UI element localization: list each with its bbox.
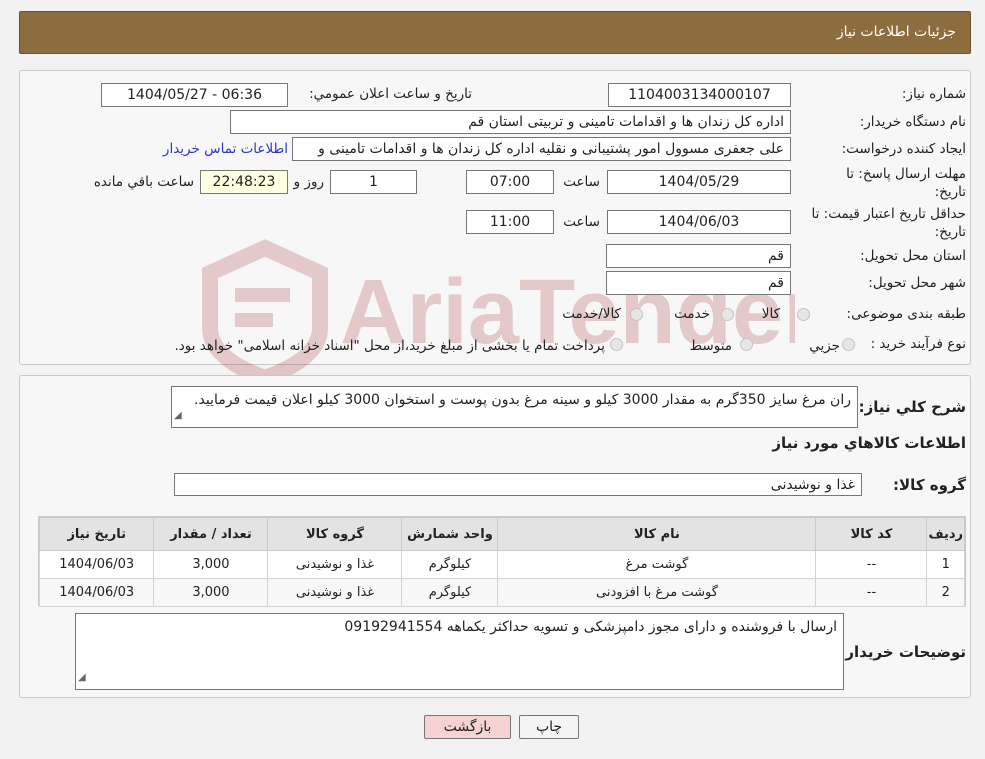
price-validity-label: حداقل تاريخ اعتبار قيمت: تا تاريخ: — [812, 205, 966, 241]
category-label: طبقه بندی موضوعی: — [846, 306, 966, 322]
process-radio-minor[interactable] — [842, 338, 855, 351]
reply-date-field: 1404/05/29 — [607, 170, 791, 194]
cell-code: -- — [815, 578, 928, 607]
price-validity-label-line1: حداقل تاريخ اعتبار قيمت: تا — [811, 206, 966, 222]
buyer-contact-link[interactable]: اطلاعات تماس خريدار — [163, 141, 288, 157]
need-number-field: 1104003134000107 — [608, 83, 791, 107]
remaining-days-field: 1 — [330, 170, 417, 194]
resize-grip-icon[interactable]: ◢ — [78, 668, 86, 688]
cell-name: گوشت مرغ — [497, 550, 817, 579]
city-field: قم — [606, 271, 791, 295]
col-group: گروه کالا — [267, 517, 403, 551]
category-radio-goods-service[interactable] — [630, 308, 643, 321]
buyer-org-field: اداره کل زندان ها و اقدامات تامینی و ترب… — [230, 110, 791, 134]
buyer-notes-text: ارسال با فروشنده و دارای مجوز دامپزشکی و… — [344, 619, 837, 635]
cell-group: غذا و نوشیدنی — [267, 550, 403, 579]
city-label: شهر محل تحويل: — [868, 275, 966, 291]
payment-note: پرداخت تمام يا بخشی از مبلغ خريد،از محل … — [174, 338, 605, 354]
col-unit: واحد شمارش — [401, 517, 499, 551]
cell-need-date: 1404/06/03 — [38, 550, 155, 579]
page-title: جزئیات اطلاعات نیاز — [836, 24, 956, 40]
cell-group: غذا و نوشیدنی — [267, 578, 403, 607]
need-number-label: شماره نیاز: — [901, 86, 966, 102]
buyer-notes-field: ارسال با فروشنده و دارای مجوز دامپزشکی و… — [75, 613, 844, 690]
validity-date-field: 1404/06/03 — [607, 210, 791, 234]
description-label: شرح کلي نياز: — [858, 398, 966, 416]
process-option-medium: متوسط — [689, 338, 732, 354]
col-name: نام کالا — [497, 517, 817, 551]
col-need-date: تاريخ نياز — [38, 517, 155, 551]
validity-time-field: 11:00 — [466, 210, 554, 234]
days-label: روز و — [293, 174, 324, 190]
category-radio-goods[interactable] — [797, 308, 810, 321]
buyer-notes-label: توضيحات خريدار: — [839, 643, 966, 661]
col-code: کد کالا — [815, 517, 928, 551]
remaining-time-label: ساعت باقي مانده — [93, 174, 194, 190]
page-header: جزئیات اطلاعات نیاز — [19, 11, 971, 54]
cell-unit: کيلوگرم — [401, 550, 499, 579]
col-quantity: تعداد / مقدار — [153, 517, 269, 551]
validity-time-label: ساعت — [563, 214, 600, 230]
cell-row: 2 — [926, 578, 965, 607]
back-button[interactable]: بازگشت — [424, 715, 511, 739]
cell-quantity: 3,000 — [153, 578, 269, 607]
reply-deadline-label-line2: تاريخ: — [934, 184, 966, 200]
category-option-service: خدمت — [674, 306, 710, 322]
reply-deadline-label: مهلت ارسال پاسخ: تا تاريخ: — [846, 165, 966, 201]
table-row: 2 -- گوشت مرغ با افزودنی کيلوگرم غذا و ن… — [38, 578, 965, 607]
description-text: ران مرغ سایز 350گرم به مقدار 3000 کیلو و… — [194, 392, 851, 408]
province-label: استان محل تحويل: — [860, 248, 966, 264]
cell-name: گوشت مرغ با افزودنی — [497, 578, 817, 607]
print-button[interactable]: چاپ — [519, 715, 579, 739]
description-field: ران مرغ سایز 350گرم به مقدار 3000 کیلو و… — [171, 386, 858, 428]
price-validity-label-line2: تاريخ: — [934, 224, 966, 240]
remaining-time-field: 22:48:23 — [200, 170, 288, 194]
table-row: 1 -- گوشت مرغ کيلوگرم غذا و نوشیدنی 3,00… — [38, 550, 965, 579]
reply-deadline-label-line1: مهلت ارسال پاسخ: تا — [846, 166, 966, 182]
process-option-minor: جزيي — [809, 338, 840, 354]
reply-time-label: ساعت — [563, 174, 600, 190]
goods-group-field: غذا و نوشیدنی — [174, 473, 862, 496]
goods-section-title: اطلاعات کالاهاي مورد نياز — [772, 434, 966, 452]
col-row: رديف — [926, 517, 965, 551]
process-radio-medium[interactable] — [740, 338, 753, 351]
category-option-goods: کالا — [761, 306, 780, 322]
reply-time-field: 07:00 — [466, 170, 554, 194]
category-radio-service[interactable] — [721, 308, 734, 321]
goods-table-wrapper: رديف کد کالا نام کالا واحد شمارش گروه کا… — [38, 516, 966, 607]
resize-grip-icon[interactable]: ◢ — [174, 406, 182, 426]
goods-group-label: گروه کالا: — [893, 476, 966, 494]
cell-code: -- — [815, 550, 928, 579]
cell-row: 1 — [926, 550, 965, 579]
announce-date-field: 1404/05/27 - 06:36 — [101, 83, 288, 107]
goods-table: رديف کد کالا نام کالا واحد شمارش گروه کا… — [38, 517, 965, 607]
goods-table-header: رديف کد کالا نام کالا واحد شمارش گروه کا… — [38, 517, 965, 551]
process-type-label: نوع فرآيند خريد : — [870, 336, 966, 352]
buyer-org-label: نام دستگاه خريدار: — [859, 114, 966, 130]
category-option-goods-service: کالا/خدمت — [562, 306, 621, 322]
process-radio-treasury[interactable] — [610, 338, 623, 351]
cell-unit: کيلوگرم — [401, 578, 499, 607]
cell-quantity: 3,000 — [153, 550, 269, 579]
creator-field: علی جعفری مسوول امور پشتیبانی و نقلیه اد… — [292, 137, 791, 161]
creator-label: ايجاد کننده درخواست: — [841, 141, 966, 157]
announce-date-label: تاریخ و ساعت اعلان عمومي: — [309, 86, 472, 102]
province-field: قم — [606, 244, 791, 268]
cell-need-date: 1404/06/03 — [38, 578, 155, 607]
